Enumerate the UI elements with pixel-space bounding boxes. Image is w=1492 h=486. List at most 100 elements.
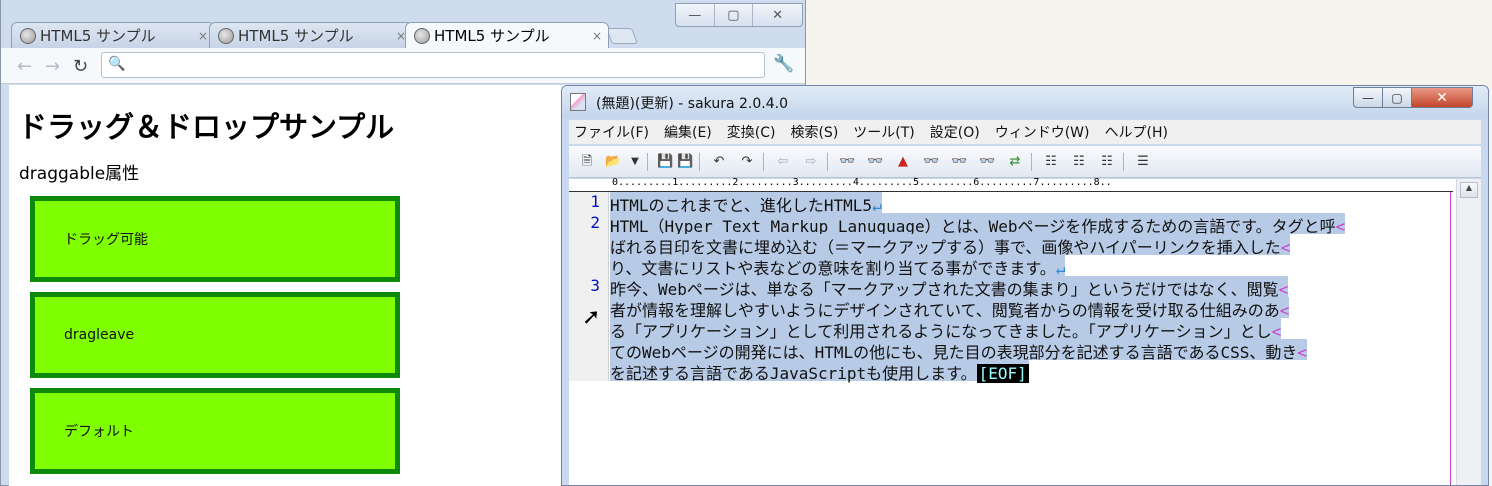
menu-edit[interactable]: 編集(E) (664, 122, 712, 142)
open-folder-icon[interactable]: 📂 (605, 154, 621, 170)
line-number-gutter: 1 2 3 (569, 192, 609, 381)
line-number: 3 (590, 276, 600, 295)
save-icon[interactable]: 💾 (657, 154, 673, 170)
menu-file[interactable]: ファイル(F) (574, 122, 649, 142)
find-prev-icon[interactable]: ▲ (895, 154, 911, 170)
editor-toolbar: 🗎 📂 ▼ 💾 💾 ↶ ↷ ⇦ ⇨ 👓 👓 ▲ 👓 👓 👓 ⇄ ☷ ☷ ☷ ☰ (569, 146, 1481, 178)
tab-label: HTML5 サンプル (40, 27, 156, 45)
menu-search[interactable]: 検索(S) (790, 122, 838, 142)
browser-tab-2[interactable]: HTML5 サンプル × (209, 22, 413, 48)
wrap-margin-line (1450, 192, 1451, 485)
dragleave-box-label: dragleave (64, 327, 135, 343)
editor-minimize-button[interactable]: — (1353, 87, 1383, 108)
editor-close-button[interactable]: ✕ (1411, 87, 1473, 108)
new-file-icon[interactable]: 🗎 (579, 154, 595, 170)
editor-maximize-button[interactable]: ▢ (1382, 87, 1412, 108)
redo-icon[interactable]: ↷ (739, 154, 755, 170)
editor-text-area[interactable]: 0.........1.........2.........3.........… (569, 177, 1481, 485)
grep-icon[interactable]: 👓 (979, 154, 995, 170)
jump-forward-icon[interactable]: ⇨ (803, 154, 819, 170)
eof-marker: [EOF] (976, 364, 1029, 383)
window-list-icon[interactable]: ☰ (1135, 154, 1151, 170)
toolbar-separator (647, 153, 648, 171)
menu-settings[interactable]: 設定(O) (930, 122, 980, 142)
forward-arrow-icon[interactable]: → (45, 56, 60, 77)
tab-close-icon[interactable]: × (198, 29, 208, 43)
browser-close-button[interactable]: ✕ (753, 4, 802, 26)
text-row: てのWebページの開発には、HTMLの他にも、見た目の表現部分を記述する言語であ… (610, 339, 1308, 362)
text-row: を記述する言語であるJavaScriptも使用します。 [EOF] (610, 360, 1029, 383)
tab-strip: HTML5 サンプル × HTML5 サンプル × HTML5 サンプル × (11, 22, 651, 48)
editor-window-title: (無題)(更新) - sakura 2.0.4.0 (596, 96, 788, 112)
text-row: 者が情報を理解しやすいようにデザインされていて、閲覧者からの情報を受け取る仕組み… (610, 297, 1290, 320)
toolbar-separator (699, 153, 700, 171)
text-row-content: を記述する言語であるJavaScriptも使用します。 (610, 364, 977, 383)
globe-icon (414, 27, 430, 44)
draggable-box[interactable]: ドラッグ可能 (30, 196, 400, 282)
text-row: HTMLのこれまでと、進化したHTML5↵ (610, 192, 882, 215)
page-subheading: draggable属性 (19, 164, 140, 184)
line-number: 2 (590, 213, 600, 232)
line-number: 1 (590, 192, 600, 211)
toolbar-separator (1031, 153, 1032, 171)
browser-maximize-button[interactable]: ▢ (715, 4, 754, 26)
wrench-menu-icon[interactable]: 🔧 (773, 54, 794, 74)
tab-label: HTML5 サンプル (238, 27, 354, 45)
sakura-editor-window: (無題)(更新) - sakura 2.0.4.0 — ▢ ✕ ファイル(F) … (561, 85, 1489, 486)
address-bar[interactable]: 🔍 (101, 52, 765, 78)
menu-convert[interactable]: 変換(C) (727, 122, 776, 142)
save-as-icon[interactable]: 💾 (677, 154, 693, 170)
tag-jump-icon[interactable]: ⇄ (1007, 154, 1023, 170)
text-row: り、文書にリストや表などの意味を割り当てる事ができます。↵ (610, 255, 1066, 278)
globe-icon (20, 27, 36, 44)
ruler-ticks: 0.........1.........2.........3.........… (612, 177, 1112, 188)
editor-titlebar: (無題)(更新) - sakura 2.0.4.0 — ▢ ✕ (562, 86, 1488, 118)
text-row: HTML（Hyper Text Markup Lanuguage）とは、Webペ… (610, 213, 1346, 236)
browser-minimize-button[interactable]: — (676, 4, 715, 26)
toolbar-separator (763, 153, 764, 171)
column-ruler: 0.........1.........2.........3.........… (569, 177, 1453, 192)
editor-menubar: ファイル(F) 編集(E) 変換(C) 検索(S) ツール(T) 設定(O) ウ… (569, 120, 1481, 144)
tab-close-icon[interactable]: × (592, 29, 602, 43)
replace-icon[interactable]: 👓 (923, 154, 939, 170)
wrap-mark: < (1297, 343, 1308, 362)
sakura-app-icon (570, 93, 586, 111)
undo-icon[interactable]: ↶ (711, 154, 727, 170)
globe-icon (218, 27, 234, 44)
menu-tools[interactable]: ツール(T) (853, 122, 914, 142)
browser-tab-3-active[interactable]: HTML5 サンプル × (405, 22, 609, 48)
default-box[interactable]: デフォルト (30, 388, 400, 474)
wrap-mark: < (1335, 217, 1346, 236)
menu-help[interactable]: ヘルプ(H) (1105, 122, 1168, 142)
text-row: 昨今、Webページは、単なる「マークアップされた文書の集まり」というだけではなく… (610, 276, 1289, 299)
scroll-up-arrow-icon[interactable]: ▲ (1460, 182, 1478, 198)
jump-back-icon[interactable]: ⇦ (775, 154, 791, 170)
find-next-icon[interactable]: 👓 (867, 154, 883, 170)
default-box-label: デフォルト (64, 424, 134, 440)
open-dropdown-icon[interactable]: ▼ (627, 154, 643, 170)
settings-common-icon[interactable]: ☷ (1071, 154, 1087, 170)
new-tab-button[interactable] (606, 28, 638, 44)
text-row: ばれる目印を文書に埋め込む（＝マークアップする）事で、画像やハイパーリンクを挿入… (610, 234, 1291, 257)
search-icon: 🔍 (108, 56, 126, 72)
tab-label: HTML5 サンプル (434, 27, 550, 45)
find-icon[interactable]: 👓 (839, 154, 855, 170)
browser-toolbar: ← → ↻ 🔍 🔧 (1, 48, 805, 84)
menu-window[interactable]: ウィンドウ(W) (995, 122, 1090, 142)
vertical-scrollbar[interactable]: ▲ (1456, 179, 1481, 485)
clear-mark-icon[interactable]: 👓 (951, 154, 967, 170)
draggable-box-label: ドラッグ可能 (64, 232, 148, 248)
toolbar-separator (1123, 153, 1124, 171)
wrap-mark: < (1280, 238, 1291, 257)
browser-tab-1[interactable]: HTML5 サンプル × (11, 22, 215, 48)
settings-font-icon[interactable]: ☷ (1099, 154, 1115, 170)
back-arrow-icon[interactable]: ← (17, 56, 32, 77)
settings-type-icon[interactable]: ☷ (1043, 154, 1059, 170)
dragleave-box[interactable]: dragleave (30, 292, 400, 378)
text-row: る「アプリケーション」として利用されるようになってきました。「アプリケーション」… (610, 318, 1282, 341)
drag-copy-cursor-icon: ➚ (582, 305, 601, 330)
browser-window-controls: — ▢ ✕ (675, 3, 803, 27)
page-title: ドラッグ＆ドロップサンプル (18, 110, 395, 144)
toolbar-separator (827, 153, 828, 171)
reload-icon[interactable]: ↻ (73, 56, 88, 77)
